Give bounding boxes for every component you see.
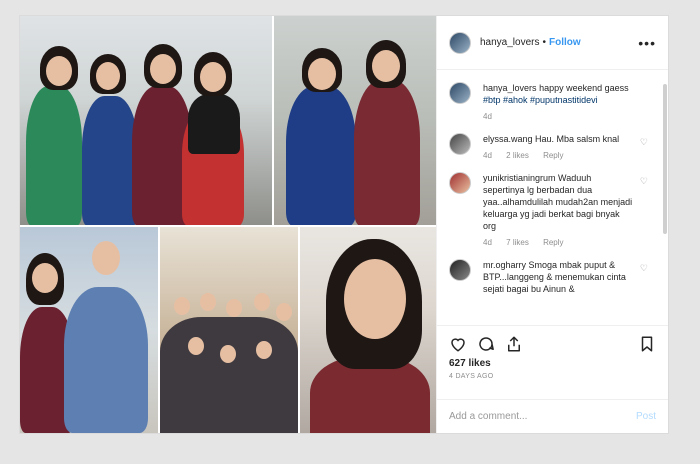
- caption-age: 4d: [483, 112, 492, 121]
- share-icon[interactable]: [505, 335, 523, 353]
- comment-username[interactable]: mr.ogharry: [483, 260, 526, 270]
- caption-text: happy weekend gaess: [539, 83, 629, 93]
- post-sidebar: hanya_lovers • Follow ••• hanya_lovers h…: [436, 16, 668, 433]
- heart-icon[interactable]: [449, 335, 467, 353]
- photo-group-crowd: [160, 227, 298, 433]
- comment-username[interactable]: yunikristianingrum: [483, 173, 556, 183]
- photo-man-and-woman: [20, 227, 158, 433]
- avatar[interactable]: [449, 259, 471, 281]
- comment-likes[interactable]: 7 likes: [506, 238, 529, 247]
- avatar[interactable]: [449, 133, 471, 155]
- avatar[interactable]: [449, 172, 471, 194]
- likes-count[interactable]: 627 likes: [449, 358, 656, 369]
- reply-button[interactable]: Reply: [543, 151, 563, 160]
- photo-selfie-woman: [300, 227, 436, 433]
- post-date: 4 DAYS AGO: [449, 373, 494, 380]
- comment-icon[interactable]: [477, 335, 495, 353]
- post-header: hanya_lovers • Follow •••: [437, 16, 668, 70]
- post-button[interactable]: Post: [636, 411, 656, 422]
- comment-input[interactable]: Add a comment...: [449, 411, 527, 422]
- comment-username[interactable]: elyssa.wang: [483, 134, 533, 144]
- list-item: elyssa.wang Hau. Mba salsm knal 4d 2 lik…: [449, 133, 656, 162]
- comment-likes[interactable]: 2 likes: [506, 151, 529, 160]
- photo-two-women: [274, 16, 436, 225]
- heart-icon[interactable]: ♡: [640, 137, 648, 148]
- comment-age: 4d: [483, 151, 492, 160]
- header-username[interactable]: hanya_lovers: [480, 37, 539, 48]
- list-item: mr.ogharry Smoga mbak puput & BTP...lang…: [449, 259, 656, 295]
- avatar[interactable]: [449, 82, 471, 104]
- more-horizontal-icon[interactable]: •••: [638, 35, 656, 51]
- heart-icon[interactable]: ♡: [640, 176, 648, 187]
- follow-button[interactable]: Follow: [549, 37, 581, 48]
- reply-button[interactable]: Reply: [543, 238, 563, 247]
- instagram-post: hanya_lovers • Follow ••• hanya_lovers h…: [19, 15, 669, 434]
- comments-list[interactable]: hanya_lovers happy weekend gaess #btp #a…: [437, 70, 668, 325]
- avatar[interactable]: [449, 31, 471, 54]
- caption-hashtags[interactable]: #btp #ahok #puputnastitidevi: [483, 95, 598, 105]
- separator-dot: •: [542, 37, 546, 48]
- post-actions: 627 likes 4 DAYS AGO: [437, 325, 668, 399]
- post-image[interactable]: [20, 16, 436, 433]
- bookmark-icon[interactable]: [638, 335, 656, 353]
- add-comment-bar: Add a comment... Post: [437, 399, 668, 433]
- list-item: yunikristianingrum Waduuh sepertinya lg …: [449, 172, 656, 249]
- photo-group-four-women: [20, 16, 272, 225]
- caption: hanya_lovers happy weekend gaess #btp #a…: [449, 82, 656, 123]
- heart-icon[interactable]: ♡: [640, 263, 648, 274]
- comment-age: 4d: [483, 238, 492, 247]
- scrollbar[interactable]: [663, 84, 667, 234]
- comment-text: Hau. Mba salsm knal: [535, 134, 620, 144]
- caption-username[interactable]: hanya_lovers: [483, 83, 537, 93]
